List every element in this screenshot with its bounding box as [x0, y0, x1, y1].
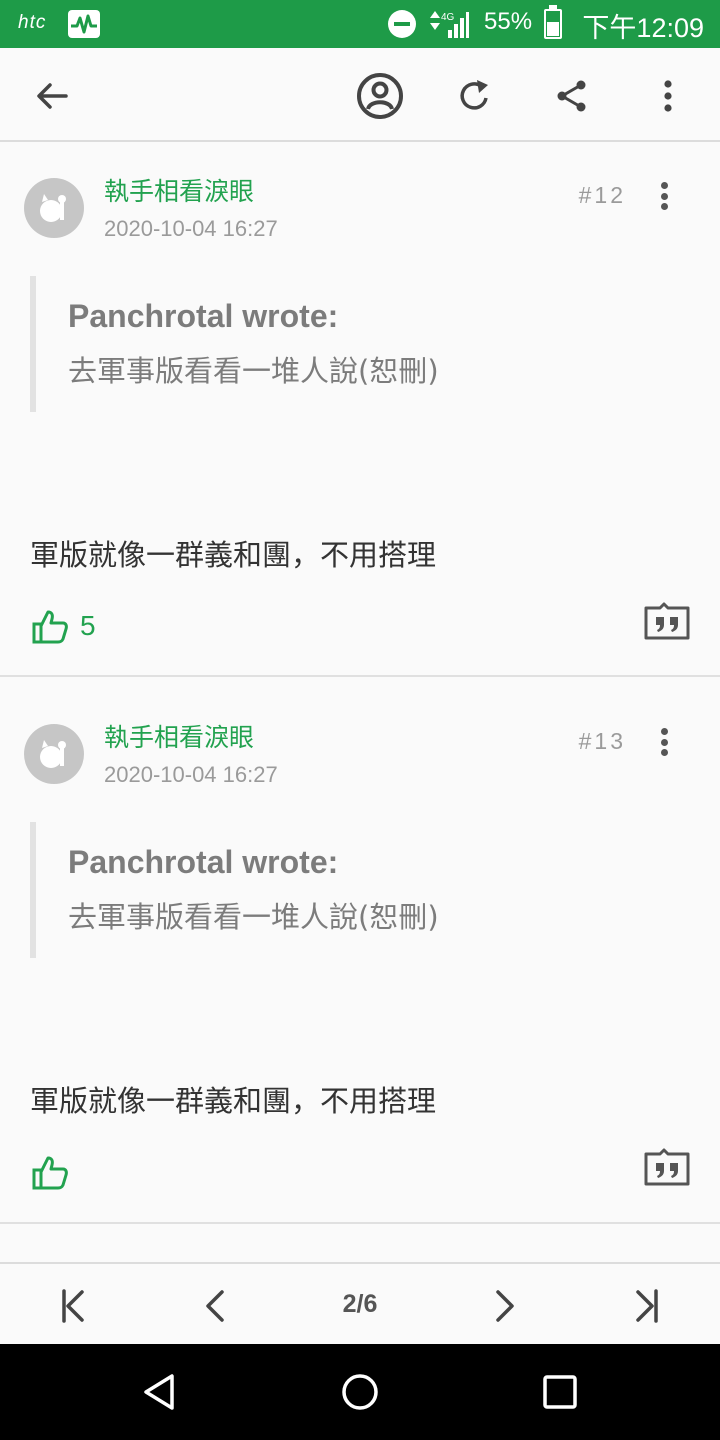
app-toolbar	[0, 48, 720, 142]
quote-text: 去軍事版看看一堆人說(恕刪)	[68, 354, 439, 388]
quote-block: Panchrotal wrote: 去軍事版看看一堆人說(恕刪)	[30, 276, 650, 412]
account-button[interactable]	[356, 72, 404, 120]
post-datetime: 2020-10-04 16:27	[104, 216, 278, 241]
thumbs-up-icon	[32, 1156, 68, 1190]
circle-home-icon	[342, 1374, 378, 1410]
thumbs-up-icon	[32, 610, 68, 644]
quote-text: 去軍事版看看一堆人說(恕刪)	[68, 900, 439, 934]
quote-icon	[644, 1148, 690, 1186]
next-page-button[interactable]	[482, 1284, 526, 1328]
back-button[interactable]	[28, 72, 76, 120]
battery-icon	[544, 5, 562, 39]
floor-number: #12	[578, 182, 626, 208]
divider	[0, 1222, 720, 1224]
like-button[interactable]: 5	[30, 604, 96, 648]
divider	[0, 675, 720, 677]
post-menu-button[interactable]	[650, 176, 678, 216]
like-count: 5	[80, 610, 96, 641]
post-menu-button[interactable]	[650, 722, 678, 762]
quote-reply-button[interactable]	[644, 1148, 690, 1186]
nav-back-button[interactable]	[138, 1370, 182, 1414]
quote-reply-button[interactable]	[644, 602, 690, 640]
quote-author: Panchrotal wrote:	[68, 298, 339, 334]
post-body: 軍版就像一群義和團，不用搭理	[30, 538, 437, 572]
quote-author: Panchrotal wrote:	[68, 844, 339, 880]
post-card: 執手相看淚眼 2020-10-04 16:27 #12 Panchrotal w…	[0, 144, 720, 676]
share-icon	[557, 80, 586, 112]
refresh-icon	[460, 80, 488, 110]
nav-home-button[interactable]	[338, 1370, 382, 1414]
status-bar: htc 4G 55% 下午12:09	[0, 0, 720, 48]
floor-number: #13	[578, 728, 626, 754]
account-circle-icon	[357, 73, 403, 119]
avatar[interactable]	[24, 724, 84, 784]
do-not-disturb-icon	[388, 10, 416, 38]
carrier-logo: htc	[18, 12, 47, 33]
post-card: 執手相看淚眼 2020-10-04 16:27 #13 Panchrotal w…	[0, 690, 720, 1222]
default-avatar-icon	[40, 740, 66, 768]
quote-block: Panchrotal wrote: 去軍事版看看一堆人說(恕刪)	[30, 822, 650, 958]
previous-page-button[interactable]	[194, 1284, 238, 1328]
triangle-back-icon	[144, 1374, 174, 1410]
pulse-icon	[68, 10, 100, 38]
page-indicator[interactable]: 2/6	[310, 1290, 410, 1319]
more-button[interactable]	[644, 72, 692, 120]
author-name[interactable]: 執手相看淚眼	[104, 172, 254, 208]
first-page-icon	[62, 1289, 84, 1323]
post-datetime: 2020-10-04 16:27	[104, 762, 278, 787]
like-button[interactable]	[30, 1150, 80, 1194]
avatar[interactable]	[24, 178, 84, 238]
post-body: 軍版就像一群義和團，不用搭理	[30, 1084, 437, 1118]
clock: 下午12:09	[582, 13, 704, 43]
author-name[interactable]: 執手相看淚眼	[104, 718, 254, 754]
last-page-button[interactable]	[626, 1284, 670, 1328]
share-button[interactable]	[548, 72, 596, 120]
default-avatar-icon	[40, 194, 66, 222]
svg-text:4G: 4G	[441, 12, 455, 23]
first-page-button[interactable]	[50, 1284, 94, 1328]
battery-percent: 55%	[484, 8, 533, 35]
chevron-right-icon	[496, 1290, 514, 1322]
more-vertical-icon	[664, 80, 672, 112]
page-navigator: 2/6	[0, 1262, 720, 1344]
square-recents-icon	[543, 1375, 577, 1409]
signal-icon: 4G	[426, 8, 470, 40]
quote-icon	[644, 602, 690, 640]
chevron-left-icon	[206, 1290, 224, 1322]
system-nav-bar	[0, 1344, 720, 1440]
arrow-left-icon	[37, 83, 68, 109]
last-page-icon	[636, 1289, 658, 1323]
nav-recents-button[interactable]	[538, 1370, 582, 1414]
refresh-button[interactable]	[451, 72, 499, 120]
